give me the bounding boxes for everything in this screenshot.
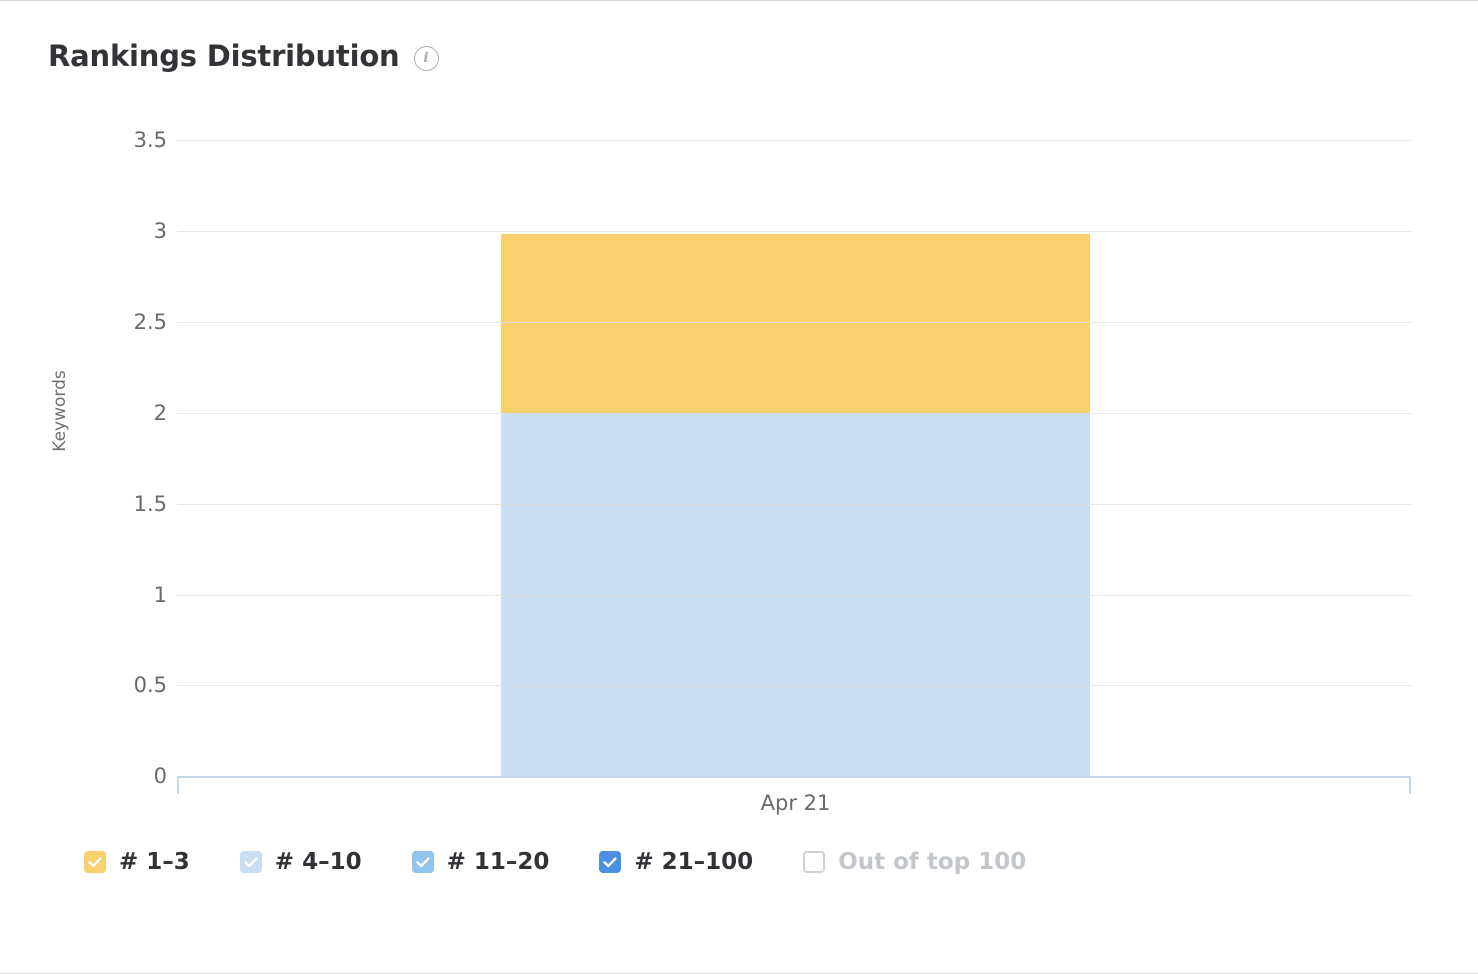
legend-checkbox-out-of-top-100[interactable] [803, 851, 826, 873]
y-tick-label: 3.5 [133, 128, 167, 152]
y-axis-title: Keywords [50, 370, 70, 452]
y-tick-label: 2.5 [133, 310, 167, 334]
y-tick-label: 0.5 [133, 673, 167, 697]
y-tick-label: 2 [153, 401, 167, 425]
x-axis-tick-left [177, 776, 179, 794]
legend-checkbox-rank-21-100[interactable] [599, 851, 622, 873]
x-tick-label: Apr 21 [760, 791, 831, 815]
gridline-over-bar [501, 685, 1090, 686]
check-icon [603, 856, 617, 867]
gridline-over-bar [501, 322, 1090, 323]
chart-plot-area: Keywords 3.5 3 2.5 2 1.5 1 0.5 0 Apr 21 [0, 1, 1478, 831]
legend-checkbox-rank-1-3[interactable] [84, 851, 106, 873]
legend-checkbox-rank-4-10[interactable] [239, 851, 262, 873]
legend-item-rank-4-10[interactable]: # 4–10 [239, 849, 362, 875]
chart-legend: # 1–3 # 4–10 # 11–20 # 21–100 Out of top… [84, 849, 1026, 875]
check-icon [244, 856, 258, 867]
gridline-over-bar [501, 595, 1090, 596]
y-tick-label: 0 [153, 764, 167, 788]
legend-label-rank-11-20: # 11–20 [446, 849, 550, 875]
legend-label-rank-21-100: # 21–100 [634, 849, 754, 875]
legend-label-out-of-top-100: Out of top 100 [838, 849, 1027, 875]
legend-item-out-of-top-100[interactable]: Out of top 100 [803, 849, 1026, 875]
legend-item-rank-1-3[interactable]: # 1–3 [84, 849, 190, 875]
y-tick-label: 3 [153, 219, 167, 243]
y-tick-label: 1 [153, 583, 167, 607]
legend-label-rank-1-3: # 1–3 [119, 849, 190, 875]
legend-item-rank-11-20[interactable]: # 11–20 [411, 849, 550, 875]
check-icon [415, 856, 430, 867]
gridline-over-bar [501, 504, 1090, 505]
gridline [177, 231, 1411, 232]
x-axis-tick-right [1409, 776, 1411, 794]
gridline [177, 140, 1411, 141]
bar-segment-rank-1-3[interactable] [501, 234, 1090, 413]
legend-label-rank-4-10: # 4–10 [274, 849, 362, 875]
x-axis-line [177, 776, 1411, 778]
rankings-distribution-card: Rankings Distribution i Keywords 3.5 3 2… [0, 0, 1478, 974]
check-icon [88, 856, 102, 867]
legend-item-rank-21-100[interactable]: # 21–100 [599, 849, 753, 875]
y-tick-label: 1.5 [133, 492, 167, 516]
legend-checkbox-rank-11-20[interactable] [411, 851, 434, 873]
